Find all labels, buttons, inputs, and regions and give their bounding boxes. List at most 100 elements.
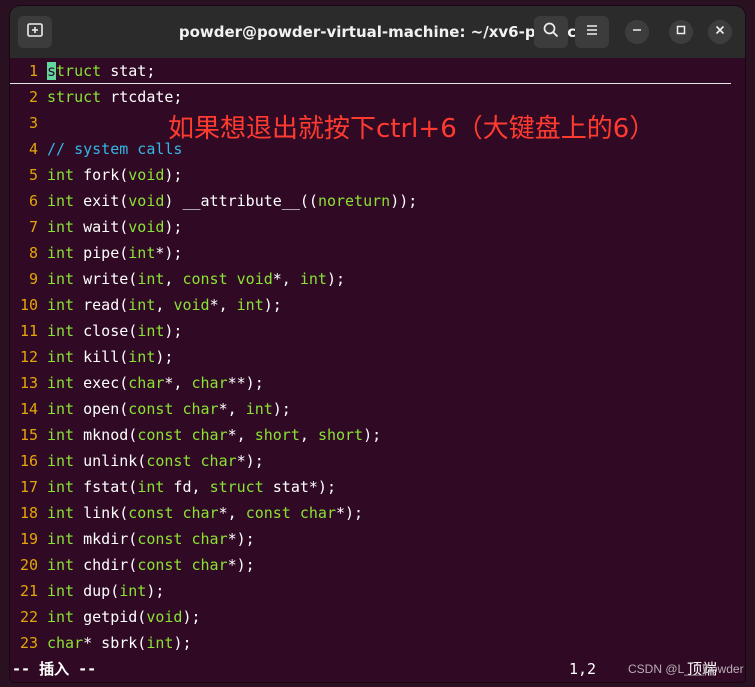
code-text: wait( (74, 218, 129, 236)
code-text: *); (227, 530, 255, 548)
code-line: 11 int close(int); (10, 318, 183, 344)
code-keyword: const (128, 400, 174, 418)
minimize-button[interactable] (625, 20, 649, 44)
code-line: 2 struct rtcdate; (10, 84, 183, 110)
code-text: *, (272, 270, 300, 288)
line-number: 7 (28, 218, 38, 236)
code-text: *, (218, 400, 246, 418)
vim-editor[interactable]: 23 char* sbrk(int); 22 int getpid(void); 21 i… (10, 58, 745, 658)
code-text: **); (227, 374, 264, 392)
code-keyword: int (128, 296, 156, 314)
mode-indicator: -- 插入 -- (12, 660, 97, 678)
code-keyword: char (191, 556, 228, 574)
code-keyword: int (47, 218, 75, 236)
maximize-button[interactable] (669, 20, 693, 44)
code-keyword: short (317, 426, 364, 444)
code-keyword: char (182, 400, 219, 418)
menu-button[interactable] (575, 16, 609, 48)
close-button[interactable] (708, 20, 732, 44)
code-text: *); (336, 504, 364, 522)
code-keyword: int (119, 582, 147, 600)
search-icon (542, 21, 560, 44)
watermark: CSDN @L___powder (628, 662, 744, 676)
code-line: 17 int fstat(int fd, struct stat*); (10, 474, 336, 500)
code-text: mknod( (74, 426, 138, 444)
code-keyword: void (128, 192, 165, 210)
code-keyword: const (245, 504, 291, 522)
code-text: ); (146, 582, 165, 600)
code-keyword: char (128, 374, 165, 392)
line-number: 16 (19, 452, 38, 470)
line-number: 11 (19, 322, 38, 340)
code-text: ); (164, 218, 183, 236)
code-comment: // system calls (47, 140, 183, 158)
code-keyword: char (191, 374, 228, 392)
code-text: ); (164, 166, 183, 184)
code-text: unlink( (74, 452, 147, 470)
code-text: open( (74, 400, 129, 418)
annotation-text: 如果想退出就按下ctrl+6（大键盘上的6） (168, 114, 656, 144)
code-text: chdir( (74, 556, 138, 574)
line-number: 17 (19, 478, 38, 496)
code-keyword: void (128, 166, 165, 184)
code-line: 18 int link(const char*, const char*); (10, 500, 363, 526)
code-keyword: noreturn (317, 192, 391, 210)
code-line: 3 (10, 110, 47, 136)
line-number: 23 (19, 634, 38, 652)
code-keyword: int (137, 322, 165, 340)
code-text: *); (236, 452, 264, 470)
code-text: *, (218, 504, 246, 522)
line-number: 22 (19, 608, 38, 626)
code-text: write( (74, 270, 138, 288)
line-number: 14 (19, 400, 38, 418)
search-button[interactable] (534, 16, 568, 48)
new-tab-button[interactable] (18, 16, 52, 48)
code-keyword: char (182, 504, 219, 522)
code-text: mkdir( (74, 530, 138, 548)
code-keyword: struct (209, 478, 264, 496)
line-number: 5 (28, 166, 38, 184)
code-keyword: const (137, 530, 183, 548)
code-text: fork( (74, 166, 129, 184)
code-text: *, (209, 296, 237, 314)
line-number: 10 (19, 296, 38, 314)
code-text: exit( (74, 192, 129, 210)
code-keyword: int (47, 608, 75, 626)
code-line: 1 struct stat; (10, 58, 155, 84)
code-text: ); (272, 400, 291, 418)
line-number: 15 (19, 426, 38, 444)
code-keyword: int (245, 400, 273, 418)
code-line: 9 int write(int, const void*, int); (10, 266, 345, 292)
code-keyword: short (254, 426, 300, 444)
code-line: 15 int mknod(const char*, short, short); (10, 422, 381, 448)
code-text: getpid( (74, 608, 147, 626)
code-keyword: int (137, 478, 165, 496)
code-text: link( (74, 504, 129, 522)
code-keyword: int (236, 296, 264, 314)
code-keyword: int (47, 530, 75, 548)
code-keyword: const (128, 504, 174, 522)
code-text: rtcdate; (101, 88, 183, 106)
line-number: 2 (28, 88, 38, 106)
code-keyword: int (47, 452, 75, 470)
code-line: 21 int dup(int); (10, 578, 164, 604)
code-line: 4 // system calls (10, 136, 183, 162)
minimize-icon (631, 23, 643, 41)
code-keyword: struct (47, 88, 102, 106)
code-text: *); (227, 556, 255, 574)
code-keyword: int (47, 400, 75, 418)
line-number: 6 (28, 192, 38, 210)
line-number: 12 (19, 348, 38, 366)
code-text: ); (155, 348, 174, 366)
code-keyword: int (47, 582, 75, 600)
code-keyword: char (47, 634, 84, 652)
code-keyword: truct (56, 62, 102, 80)
code-text: fd, (164, 478, 210, 496)
code-keyword: char (191, 426, 228, 444)
code-text: ); (326, 270, 346, 288)
code-line: 23 char* sbrk(int); (10, 630, 192, 656)
code-text: * sbrk( (83, 634, 147, 652)
